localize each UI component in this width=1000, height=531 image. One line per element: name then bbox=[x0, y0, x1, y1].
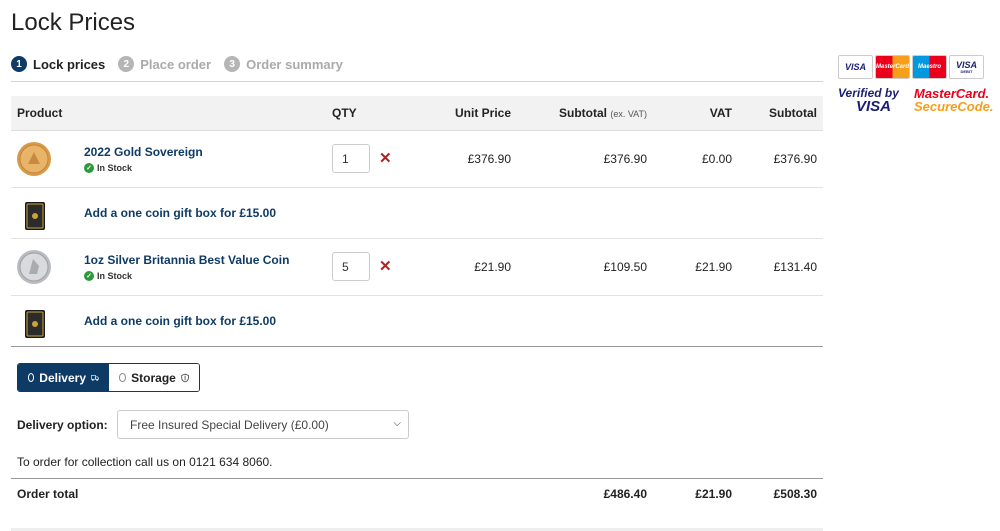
header-qty: QTY bbox=[326, 96, 411, 131]
stock-status: ✓ In Stock bbox=[84, 270, 320, 281]
order-total-row: Order total £486.40 £21.90 £508.30 bbox=[11, 487, 823, 503]
check-circle-icon: ✓ bbox=[84, 270, 94, 281]
product-name-link[interactable]: 2022 Gold Sovereign bbox=[84, 145, 320, 159]
table-row: 1oz Silver Britannia Best Value Coin ✓ I… bbox=[11, 238, 823, 296]
order-total-ex-vat: £486.40 bbox=[603, 487, 647, 501]
order-total-vat: £21.90 bbox=[695, 487, 732, 501]
table-row: 2022 Gold Sovereign ✓ In Stock ✕ £376.90… bbox=[11, 130, 823, 188]
divider bbox=[11, 81, 823, 82]
delivery-option-value: Free Insured Special Delivery (£0.00) bbox=[130, 417, 329, 432]
unit-price: £376.90 bbox=[411, 130, 517, 188]
step-order-summary: 3 Order summary bbox=[224, 56, 343, 72]
cart-table: Product QTY Unit Price Subtotal (ex. VAT… bbox=[11, 96, 823, 347]
payment-logos: VISA MasterCard Maestro VISA DEBIT Verif… bbox=[838, 55, 994, 114]
step-label: Place order bbox=[140, 56, 212, 72]
order-total-label: Order total bbox=[17, 487, 79, 501]
subtotal: £376.90 bbox=[738, 130, 823, 188]
gift-cell: Add a one coin gift box for £15.00 bbox=[78, 295, 823, 347]
check-circle-icon: ✓ bbox=[84, 162, 94, 173]
storage-option-button[interactable]: Storage bbox=[109, 364, 199, 391]
header-subtotal-ex-label: Subtotal bbox=[558, 105, 607, 120]
subtotal-ex-vat: £376.90 bbox=[517, 130, 653, 188]
quantity-input[interactable] bbox=[332, 252, 370, 281]
verified-by-visa-logo: Verified by VISA bbox=[838, 87, 908, 114]
product-image-cell bbox=[11, 238, 78, 296]
step-place-order: 2 Place order bbox=[118, 56, 211, 72]
remove-item-icon[interactable]: ✕ bbox=[379, 151, 392, 166]
gold-coin-image[interactable] bbox=[17, 140, 55, 178]
add-gift-box-link[interactable]: Add a one coin gift box for £15.00 bbox=[84, 314, 276, 328]
header-ex-vat-note: (ex. VAT) bbox=[610, 108, 647, 119]
truck-icon bbox=[91, 374, 99, 381]
step-label: Order summary bbox=[246, 56, 343, 72]
step-number: 1 bbox=[11, 56, 27, 72]
collection-note: To order for collection call us on 0121 … bbox=[17, 455, 273, 469]
step-label: Lock prices bbox=[33, 56, 106, 72]
qty-cell: ✕ bbox=[326, 130, 411, 188]
order-total-amount: £508.30 bbox=[773, 487, 817, 501]
delivery-option-select[interactable]: Free Insured Special Delivery (£0.00) ⌵ bbox=[117, 410, 409, 439]
vat: £0.00 bbox=[653, 130, 738, 188]
stock-status: ✓ In Stock bbox=[84, 162, 320, 173]
visa-debit-sub: DEBIT bbox=[960, 68, 973, 74]
radio-icon bbox=[28, 373, 35, 382]
radio-icon bbox=[119, 373, 127, 382]
stock-label: In Stock bbox=[97, 270, 133, 281]
table-row: Add a one coin gift box for £15.00 bbox=[11, 295, 823, 347]
remove-item-icon[interactable]: ✕ bbox=[379, 259, 392, 274]
product-image-cell bbox=[11, 130, 78, 188]
header-product: Product bbox=[11, 96, 326, 131]
shield-icon bbox=[181, 373, 189, 382]
quantity-input[interactable] bbox=[332, 144, 370, 173]
gift-image-cell bbox=[11, 187, 78, 239]
gift-box-image bbox=[25, 309, 45, 338]
fulfilment-toggle: Delivery Storage bbox=[17, 363, 200, 392]
subtotal-ex-vat: £109.50 bbox=[517, 238, 653, 296]
header-unit-price: Unit Price bbox=[411, 96, 517, 131]
mastercard-logo: MasterCard bbox=[875, 55, 910, 79]
stock-label: In Stock bbox=[97, 162, 133, 173]
securecode-text: SecureCode. bbox=[914, 99, 994, 114]
product-name-link[interactable]: 1oz Silver Britannia Best Value Coin bbox=[84, 253, 320, 267]
subtotal: £131.40 bbox=[738, 238, 823, 296]
visa-debit-logo: VISA DEBIT bbox=[949, 55, 984, 79]
page-title: Lock Prices bbox=[11, 9, 136, 36]
qty-cell: ✕ bbox=[326, 238, 411, 296]
header-vat: VAT bbox=[653, 96, 738, 131]
step-number: 2 bbox=[118, 56, 135, 72]
table-header-row: Product QTY Unit Price Subtotal (ex. VAT… bbox=[11, 96, 823, 131]
header-subtotal: Subtotal bbox=[738, 96, 823, 131]
step-number: 3 bbox=[224, 56, 241, 72]
divider bbox=[11, 478, 823, 479]
delivery-option-label: Delivery option: bbox=[17, 418, 108, 432]
step-lock-prices: 1 Lock prices bbox=[11, 56, 105, 72]
visa-logo: VISA bbox=[838, 55, 873, 79]
mastercard-securecode-logo: MasterCard. SecureCode. bbox=[914, 87, 994, 114]
gift-image-cell bbox=[11, 295, 78, 347]
gift-box-image bbox=[25, 201, 45, 230]
header-subtotal-ex-vat: Subtotal (ex. VAT) bbox=[517, 96, 653, 131]
gift-cell: Add a one coin gift box for £15.00 bbox=[78, 187, 823, 239]
verified-visa-text: VISA bbox=[856, 98, 892, 115]
storage-option-label: Storage bbox=[131, 370, 176, 385]
add-gift-box-link[interactable]: Add a one coin gift box for £15.00 bbox=[84, 206, 276, 220]
product-info-cell: 1oz Silver Britannia Best Value Coin ✓ I… bbox=[78, 238, 326, 296]
vat: £21.90 bbox=[653, 238, 738, 296]
chevron-down-icon: ⌵ bbox=[393, 418, 401, 429]
silver-coin-image[interactable] bbox=[17, 248, 55, 286]
table-row: Add a one coin gift box for £15.00 bbox=[11, 187, 823, 239]
checkout-steps: 1 Lock prices 2 Place order 3 Order summ… bbox=[11, 56, 343, 72]
delivery-option-label: Delivery bbox=[39, 370, 86, 385]
product-info-cell: 2022 Gold Sovereign ✓ In Stock bbox=[78, 130, 326, 188]
maestro-logo: Maestro bbox=[912, 55, 947, 79]
delivery-option-button[interactable]: Delivery bbox=[18, 364, 109, 391]
unit-price: £21.90 bbox=[411, 238, 517, 296]
